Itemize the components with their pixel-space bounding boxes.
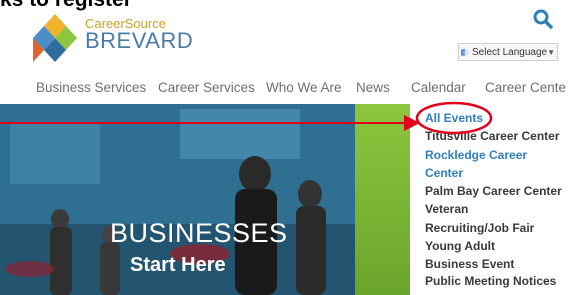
menu-item-rockledge-center[interactable]: Center (425, 166, 463, 180)
hero-subtitle: Start Here (130, 254, 226, 276)
menu-item-business-event[interactable]: Business Event (425, 257, 514, 271)
logo-mark-icon (33, 14, 77, 62)
language-select[interactable]: G Select Language ▼ (458, 43, 558, 61)
menu-item-veteran[interactable]: Veteran (425, 202, 468, 216)
menu-item-all-events[interactable]: All Events (425, 111, 483, 125)
menu-item-recruiting-job-fair[interactable]: Recruiting/Job Fair (425, 221, 534, 235)
menu-item-titusville[interactable]: Titusville Career Center (425, 129, 560, 143)
menu-item-rockledge[interactable]: Rockledge Career (425, 148, 527, 162)
chevron-down-icon: ▼ (547, 47, 555, 57)
svg-text:G: G (462, 49, 465, 54)
nav-item-business-services[interactable]: Business Services (36, 80, 146, 95)
main-nav: Business Services Career Services Who We… (0, 80, 571, 102)
menu-item-palm-bay[interactable]: Palm Bay Career Center (425, 184, 562, 198)
hero-banner[interactable]: BUSINESSES Start Here (0, 104, 410, 295)
nav-item-calendar[interactable]: Calendar (411, 80, 466, 95)
nav-item-career-center[interactable]: Career Cente (485, 80, 566, 95)
nav-item-news[interactable]: News (356, 80, 390, 95)
google-translate-icon: G (461, 48, 469, 56)
calendar-dropdown-menu: All Events Titusville Career Center Rock… (410, 104, 571, 295)
careersource-logo[interactable]: CareerSource BREVARD (30, 10, 193, 68)
nav-item-career-services[interactable]: Career Services (158, 80, 255, 95)
search-icon[interactable] (532, 8, 554, 30)
nav-item-who-we-are[interactable]: Who We Are (266, 80, 342, 95)
menu-item-young-adult[interactable]: Young Adult (425, 239, 495, 253)
logo-text-brevard: BREVARD (85, 28, 194, 53)
hero-title: BUSINESSES (110, 218, 288, 248)
menu-item-public-meeting-notices[interactable]: Public Meeting Notices (425, 274, 556, 288)
language-select-label: Select Language (472, 46, 548, 58)
hero-green-panel (355, 104, 410, 295)
